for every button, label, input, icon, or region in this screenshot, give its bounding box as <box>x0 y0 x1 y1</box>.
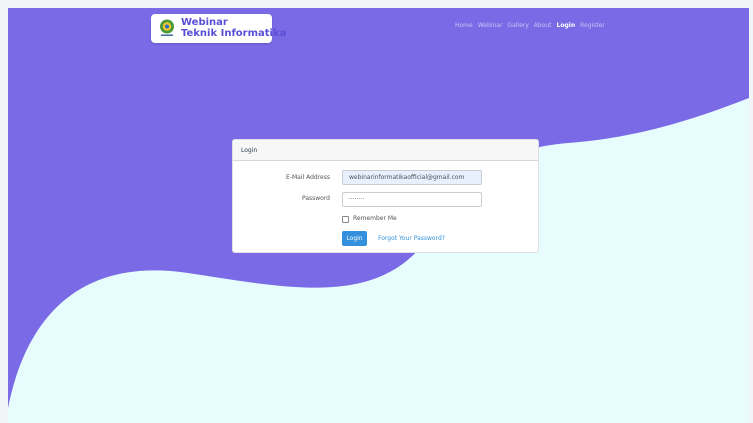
remember-me-checkbox[interactable] <box>342 215 349 223</box>
email-label: E-Mail Address <box>286 174 330 181</box>
university-emblem-icon <box>160 19 174 36</box>
password-field[interactable]: ········ <box>342 192 482 207</box>
email-field[interactable]: webinarinformatikaofficial@gmail.com <box>342 170 482 185</box>
brand-logo[interactable]: Webinar Teknik Informatika <box>151 14 286 43</box>
remember-me-row: Remember Me <box>342 215 397 223</box>
login-card-header: Login <box>233 140 538 161</box>
login-button[interactable]: Login <box>342 231 367 246</box>
brand-line1: Webinar <box>181 17 228 28</box>
top-nav: Home Webinar Gallery About Login Registe… <box>455 22 605 30</box>
brand-line2: Teknik Informatika <box>181 28 287 39</box>
nav-login[interactable]: Login <box>557 22 576 30</box>
page-background: Webinar Teknik Informatika Home Webinar … <box>8 8 749 423</box>
nav-webinar[interactable]: Webinar <box>478 22 503 30</box>
nav-about[interactable]: About <box>534 22 552 30</box>
nav-home[interactable]: Home <box>455 22 473 30</box>
nav-gallery[interactable]: Gallery <box>507 22 528 30</box>
password-label: Password <box>301 195 330 202</box>
remember-me-label: Remember Me <box>353 215 397 222</box>
login-card: Login E-Mail Address webinarinformatikao… <box>232 139 539 253</box>
forgot-password-link[interactable]: Forgot Your Password? <box>378 235 445 243</box>
nav-register[interactable]: Register <box>580 22 605 30</box>
